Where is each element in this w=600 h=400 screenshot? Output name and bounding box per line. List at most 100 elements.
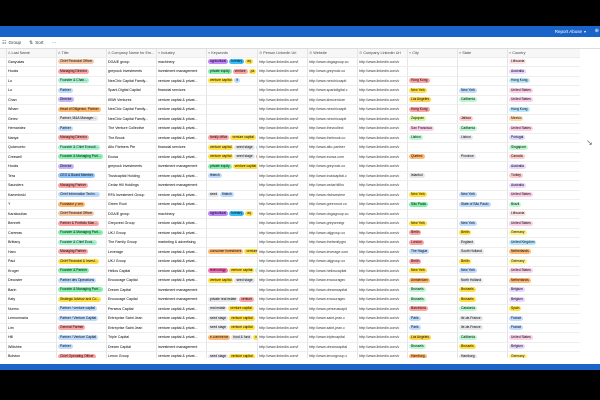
cell-country[interactable]: United States [507,218,580,229]
cell-last-name[interactable]: Chan [6,95,57,105]
cell-website[interactable]: http://www.encouragec [307,275,358,286]
cell-website[interactable]: http://www.ukjgroup.co [307,256,358,267]
table-row[interactable]: Lemonmaria Partner / Venture Capital Entre… [0,313,580,324]
cell-company-linkedin[interactable]: http://www.linkedin.com/c [357,209,408,219]
cell-person-linkedin[interactable]: http://www.linkedin.com/i [257,152,308,162]
cell-company[interactable]: Perseus Capital [106,304,157,314]
cell-industry[interactable]: venture capital & privat... [156,133,207,143]
cell-company-linkedin[interactable]: http://www.linkedin.com/c [357,285,408,295]
cell-title[interactable]: Strategic Advisor and Co... [56,294,107,305]
cell-company[interactable]: Greycrest Group [106,218,157,229]
cell-website[interactable]: http://www.lenoxgroup.c [307,351,358,358]
cell-city[interactable]: Paris [407,313,458,324]
cell-industry[interactable]: investment management [156,180,207,191]
cell-state[interactable]: Lisbon [457,133,508,143]
cell-keywords[interactable]: family office venture capital [206,133,258,143]
cell-keywords[interactable]: venture capitalseed stageea [206,152,258,162]
cell-person-linkedin[interactable]: http://www.linkedin.com/i [257,190,308,200]
cell-person-linkedin[interactable]: http://www.linkedin.com/i [257,256,308,267]
cell-person-linkedin[interactable]: http://www.linkedin.com/i [257,104,308,115]
cell-title[interactable]: Founder & Chief Ecos... [56,237,107,248]
cell-website[interactable]: http://www.encouragec [307,294,358,305]
cell-keywords[interactable]: real estate venture capital [206,304,258,314]
table-row[interactable]: Paul Chief Financial & Invest... UKJ Group… [0,256,580,267]
cell-state[interactable]: Brussels [457,285,508,295]
cell-industry[interactable]: venture capital & privat... [156,313,207,324]
cell-person-linkedin[interactable]: http://www.linkedin.com/i [257,180,308,191]
toolbar-item-more[interactable]: ⋯ [51,40,56,46]
cell-title[interactable]: Founder & Partner [56,266,107,276]
cell-country[interactable]: Germany [507,256,580,267]
cell-country[interactable]: Hong Kong [507,76,580,86]
table-row[interactable]: Lo Partner Spark Digital Capital financial … [0,85,580,96]
table-row[interactable]: Saunders Managing Partner Cedar Hill Holdi… [0,180,580,191]
cell-person-linkedin[interactable]: http://www.linkedin.com/i [257,133,308,143]
column-header-keywords[interactable]: ≡Keywords [206,49,258,58]
cell-company[interactable]: Entreprise Saint Jean [106,313,157,324]
column-header-country[interactable]: ≡Country [507,49,580,58]
cell-company[interactable]: The Venture Collective [106,123,157,134]
cell-keywords[interactable]: private real estate venture [206,294,258,305]
cell-title[interactable]: Director [56,95,107,105]
cell-city[interactable] [407,57,458,67]
cell-country[interactable]: Australia [507,66,580,77]
cell-keywords[interactable] [206,285,258,295]
cell-company[interactable]: RFA Investment Group [106,190,157,200]
cell-industry[interactable]: machinery [156,57,207,67]
cell-state[interactable] [457,180,508,191]
cell-last-name[interactable]: Decoster [6,275,57,286]
cell-company[interactable]: Spark Digital Capital [106,85,157,96]
column-header-website[interactable]: ⊘Website [307,49,358,58]
cell-company-linkedin[interactable]: http://www.linkedin.com/c [357,123,408,134]
cell-city[interactable]: Los Angeles [407,95,458,105]
table-row[interactable]: Creswell Founder & Managing Part... Ecosa v… [0,152,580,162]
cell-company[interactable]: Encourage Capital [106,275,157,286]
cell-last-name[interactable]: Hooks [6,161,57,172]
cell-last-name[interactable]: Bolston [6,351,57,358]
cell-industry[interactable]: venture capital & privat... [156,171,207,181]
cell-keywords[interactable]: consumer investmentventure capital [206,247,258,257]
cell-state[interactable]: Brussels [457,342,508,352]
cell-title[interactable]: Director [56,161,107,172]
cell-company[interactable]: The Family Group [106,237,157,248]
cell-last-name[interactable]: Creswell [6,152,57,162]
table-row[interactable]: Tera CEO & Board Member Trustcapital Holdi… [0,171,580,181]
cell-person-linkedin[interactable]: http://www.linkedin.com/i [257,85,308,96]
cell-title[interactable]: Partner / Venture Capital [56,332,107,343]
cell-person-linkedin[interactable]: http://www.linkedin.com/i [257,266,308,276]
cell-company-linkedin[interactable]: http://www.linkedin.com/c [357,313,408,324]
cell-company[interactable]: Alto Partners Pte [106,142,157,153]
cell-state[interactable] [457,171,508,181]
cell-person-linkedin[interactable]: http://www.linkedin.com/i [257,66,308,77]
cell-company[interactable]: Triple Capital [106,332,157,343]
cell-person-linkedin[interactable]: http://www.linkedin.com/i [257,313,308,324]
cell-city[interactable]: Amsterdam [407,275,458,286]
cell-company-linkedin[interactable]: http://www.linkedin.com/c [357,114,408,124]
cell-state[interactable]: New York [457,218,508,229]
cell-keywords[interactable] [206,104,258,115]
cell-city[interactable]: Brussels [407,285,458,295]
cell-state[interactable]: California [457,95,508,105]
cell-industry[interactable]: venture capital & privat... [156,247,207,257]
table-row[interactable]: Carreras Founder & Managing Part... UKJ Gr… [0,228,580,238]
column-header-state[interactable]: ≡State [457,49,508,58]
cell-country[interactable]: Canada [507,152,580,162]
cell-title[interactable]: Founder & Managing Part... [56,228,107,238]
cell-keywords[interactable]: venture capital seed stage [206,275,258,286]
cell-city[interactable]: New York [407,218,458,229]
cell-last-name[interactable]: Lemonmaria [6,313,57,324]
cell-company[interactable]: greyrock investments [106,66,157,77]
cell-industry[interactable]: venture capital & privat... [156,332,207,343]
cell-keywords[interactable]: private equity venture pa [206,66,258,77]
cell-company[interactable]: Lenox Group [106,351,157,358]
cell-city[interactable]: Berlin [407,256,458,267]
cell-last-name[interactable]: Paul [6,256,57,267]
cell-title[interactable]: Managing Partner [56,247,107,257]
cell-website[interactable]: http://www.ukjgroup.co [307,228,358,238]
cell-state[interactable]: New York [457,266,508,276]
cell-title[interactable]: Partner des Operations [56,275,107,286]
cell-company-linkedin[interactable]: http://www.linkedin.com/c [357,152,408,162]
cell-keywords[interactable] [206,342,258,352]
cell-city[interactable]: Paris [407,323,458,333]
cell-country[interactable]: United Kingdom [507,237,580,248]
